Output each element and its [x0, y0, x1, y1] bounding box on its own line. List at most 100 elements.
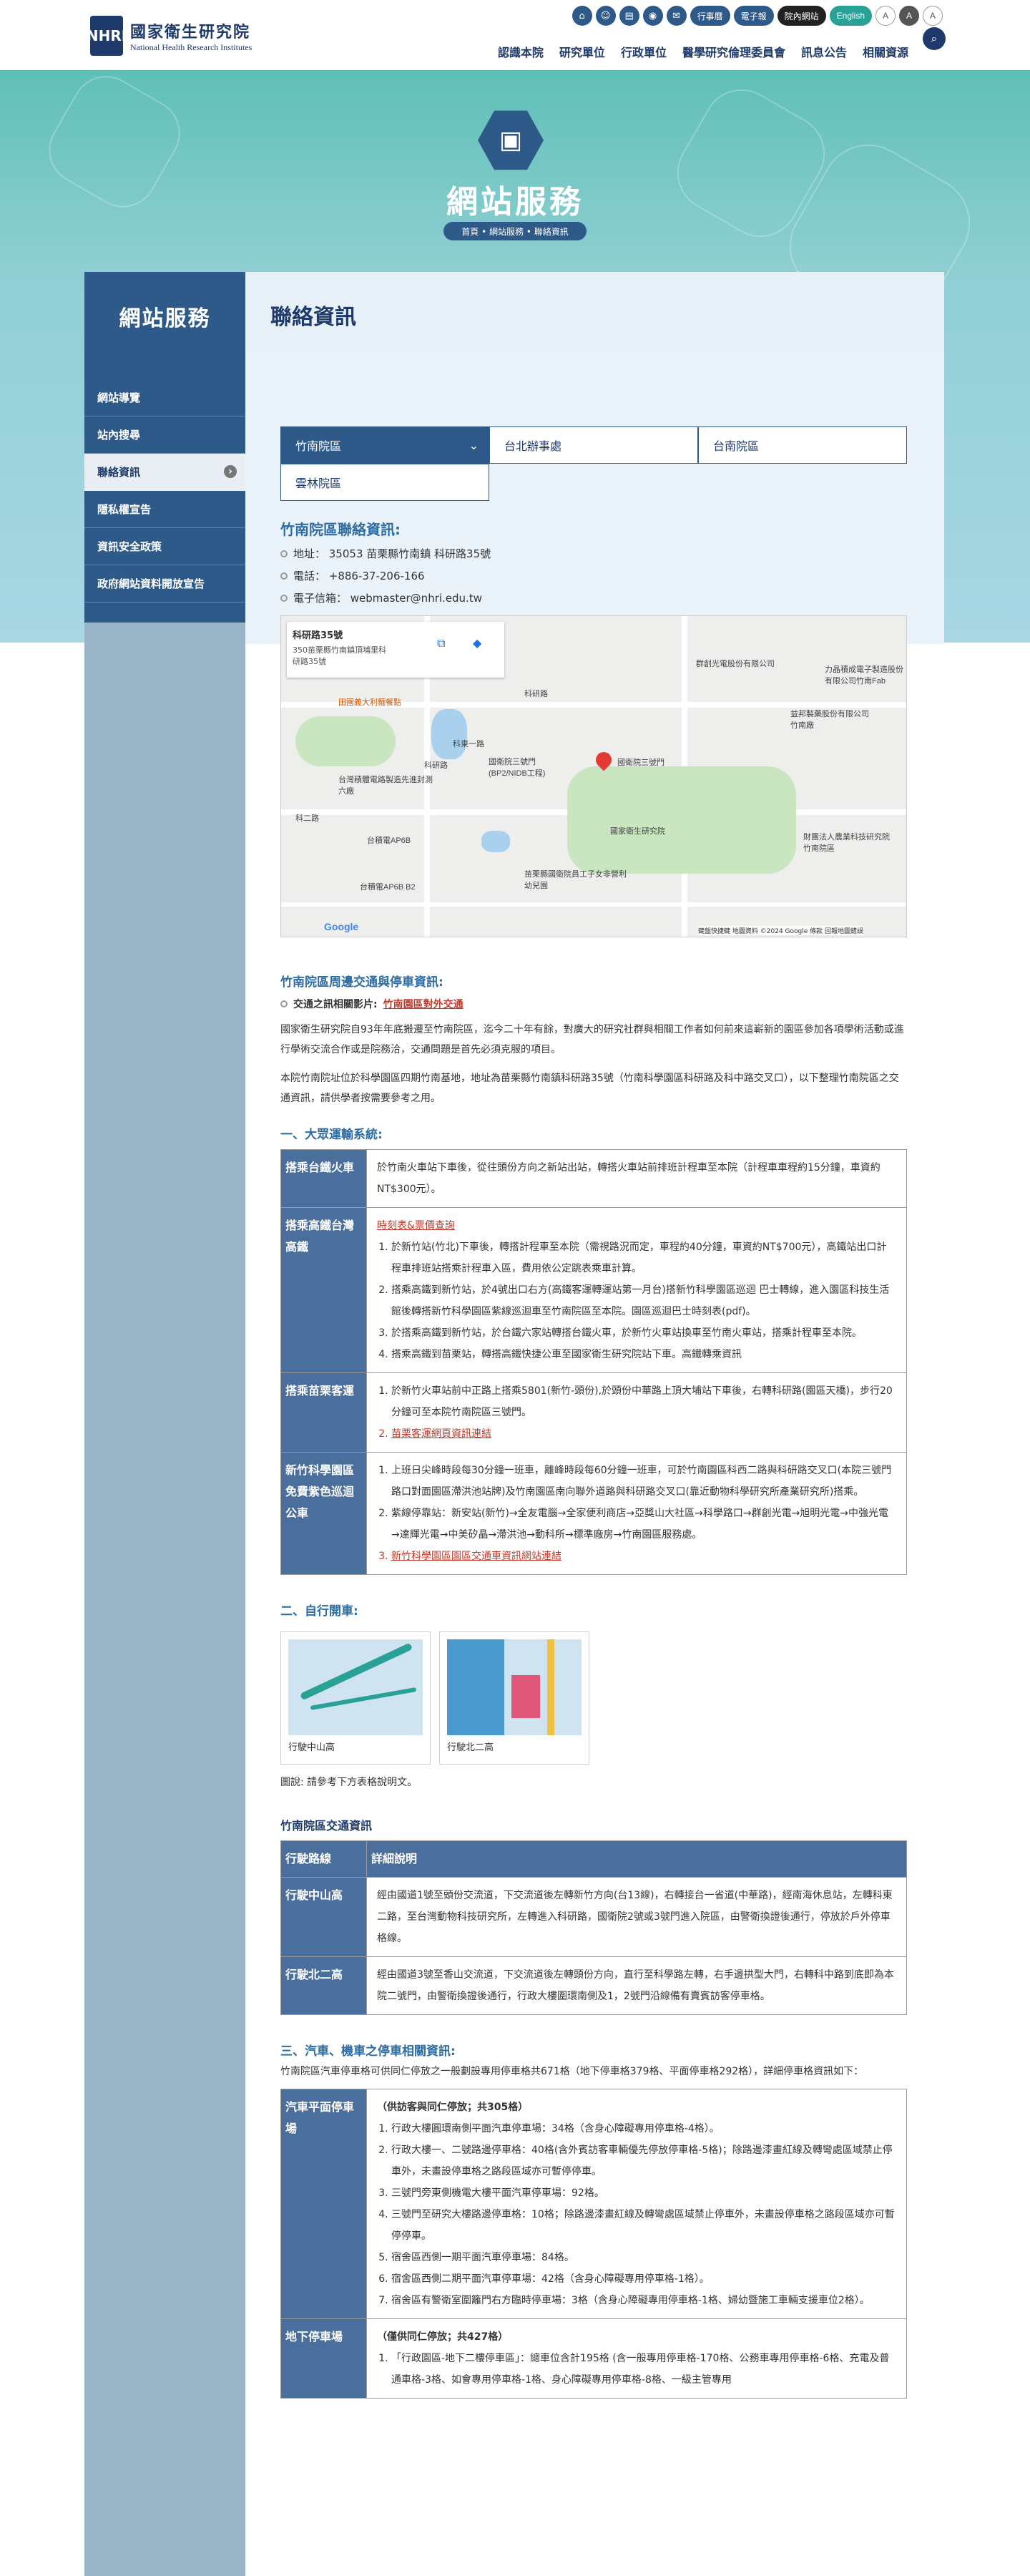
map-card-address: 350苗栗縣竹南鎮頂埔里科研路35號 — [293, 645, 386, 666]
sidebar-item-privacy[interactable]: 隱私權宣告 — [84, 491, 245, 528]
route-card[interactable]: 行駛中山高 — [280, 1631, 431, 1765]
open-external-icon[interactable]: ⧉ — [437, 636, 445, 650]
map-poi: 台積電AP6B — [367, 836, 411, 845]
site-logo[interactable]: NHRI 國家衛生研究院 National Health Research In… — [87, 16, 252, 56]
sidebar-item-search[interactable]: 站內搜尋 — [84, 416, 245, 454]
sidebar-item-sitemap[interactable]: 網站導覽 — [84, 379, 245, 416]
map-footer[interactable]: 鍵盤快捷鍵 地圖資料 ©2024 Google 條款 回報地圖錯誤 — [698, 926, 863, 935]
list-item: 於搭乘高鐵到新竹站，於台鐵六家站轉搭台鐵火車，於新竹火車站換車至竹南火車站，搭乘… — [391, 1322, 896, 1344]
nav-research-units[interactable]: 研究單位 — [559, 43, 605, 60]
nav-news[interactable]: 訊息公告 — [801, 43, 847, 60]
miaoli-bus-link[interactable]: 苗栗客運網頁資訊連結 — [391, 1423, 896, 1445]
people-icon[interactable]: ☺ — [595, 6, 616, 26]
book-icon[interactable]: ▤ — [619, 6, 639, 26]
video-label: 交通之訊相關影片: — [293, 999, 378, 1010]
tab-taipei[interactable]: 台北辦事處 — [489, 426, 698, 464]
map-poi: 田園義大利麵餐點 — [338, 698, 401, 707]
nav-resources[interactable]: 相關資源 — [863, 43, 908, 60]
mail-icon[interactable]: ✉ — [666, 6, 687, 26]
newsletter-button[interactable]: 電子報 — [733, 6, 774, 26]
row-content: （供訪客與同仁停放；共305格） 行政大樓圓環南側平面汽車停車場：34格（含身心… — [366, 2089, 907, 2319]
nav-admin-units[interactable]: 行政單位 — [621, 43, 667, 60]
list-item: 上班日尖峰時段每30分鐘一班車，離峰時段每60分鐘一班車，可於竹南園區科西二路與… — [391, 1460, 896, 1503]
main-nav: 認識本院 研究單位 行政單位 醫學研究倫理委員會 訊息公告 相關資源 — [498, 43, 908, 60]
font-large-button[interactable]: A — [923, 6, 943, 26]
sidebar-item-contact[interactable]: 聯絡資訊 — [84, 454, 245, 491]
row-label: 行駛北二高 — [280, 1956, 367, 2015]
website-service-icon: ▣ — [478, 110, 544, 170]
timetable-link[interactable]: 時刻表&票價查詢 — [377, 1215, 896, 1236]
bullet-icon — [280, 550, 288, 557]
list-item: 搭乘高鐵到新竹站，於4號出口右方(高鐵客運轉運站第一月台)搭新竹科學園區巡迴 巴… — [391, 1279, 896, 1322]
column-header: 行駛路線 — [280, 1840, 367, 1878]
map-card-title: 科研路35號 — [293, 630, 343, 641]
list-item: 行政大樓圓環南側平面汽車停車場：34格（含身心障礙專用停車格-4格）。 — [391, 2118, 896, 2140]
phone-line: 電話： +886-37-206-166 — [280, 568, 907, 583]
hero-title: 網站服務 — [446, 184, 584, 220]
video-line: 交通之訊相關影片: 竹南園區對外交通 — [280, 997, 907, 1011]
image-caption: 圖說: 請參考下方表格說明文。 — [280, 1777, 418, 1788]
map-green — [567, 766, 796, 874]
section-public-transport: 一、大眾運輸系統: — [280, 1128, 383, 1142]
row-label: 新竹科學園區免費紫色巡迴公車 — [280, 1452, 367, 1575]
tab-yunlin[interactable]: 雲林院區 — [280, 464, 489, 501]
map-poi: 益邦製藥股份有限公司竹南廠 — [790, 710, 869, 730]
font-small-button[interactable]: A — [876, 6, 896, 26]
nav-ethics[interactable]: 醫學研究倫理委員會 — [682, 43, 785, 60]
directions-icon[interactable]: ◆ — [473, 636, 481, 650]
map-road — [281, 902, 906, 907]
list-item: 搭乘高鐵到苗栗站，轉搭高鐵快捷公車至國家衛生研究院站下車。高鐵轉乘資訊 — [391, 1344, 896, 1365]
bullet-icon — [280, 572, 288, 580]
row-label: 汽車平面停車場 — [280, 2089, 367, 2319]
column-header: 詳細說明 — [366, 1840, 907, 1878]
calendar-button[interactable]: 行事曆 — [690, 6, 730, 26]
contact-heading: 竹南院區聯絡資訊: — [280, 521, 401, 538]
intro-paragraph-1: 國家衛生研究院自93年年底搬遷至竹南院區，迄今二十年有餘，對廣大的研究社群與相關… — [280, 1024, 904, 1055]
map-water — [481, 831, 510, 852]
nav-about[interactable]: 認識本院 — [498, 43, 544, 60]
row-content: 時刻表&票價查詢 於新竹站(竹北)下車後，轉搭計程車至本院（需視路況而定，車程約… — [366, 1207, 907, 1373]
campus-tabs: 竹南院區 ⌄ 台北辦事處 台南院區 雲林院區 — [280, 426, 907, 501]
address-text: 地址： 35053 苗栗縣竹南鎮 科研路35號 — [293, 547, 491, 560]
google-map[interactable]: 群創光電股份有限公司 力晶積成電子製造股份有限公司竹南Fab 益邦製藥股份有限公… — [280, 615, 907, 937]
org-name-en: National Health Research Institutes — [130, 42, 252, 52]
route-caption: 行駛中山高 — [288, 1742, 335, 1753]
tab-tainan[interactable]: 台南院區 — [698, 426, 907, 464]
parking-table: 汽車平面停車場 （供訪客與同仁停放；共305格） 行政大樓圓環南側平面汽車停車場… — [280, 2089, 907, 2399]
map-poi: 財團法人農業科技研究院竹南院區 — [803, 833, 890, 853]
map-poi: 科二路 — [295, 814, 319, 823]
video-link[interactable]: 竹南園區對外交通 — [383, 997, 464, 1011]
shuttle-link[interactable]: 新竹科學園區園區交通車資訊網站連結 — [391, 1546, 896, 1567]
list-item: 宿舍區西側一期平面汽車停車場：84格。 — [391, 2247, 896, 2268]
map-poi: 國家衛生研究院 — [610, 827, 665, 836]
map-info-card: 科研路35號 350苗栗縣竹南鎮頂埔里科研路35號 ⧉ ◆ — [287, 622, 504, 678]
list-item: 紫線停靠站：新安站(新竹)→全友電腦→全家便利商店→亞獎山大社區→科學路口→群創… — [391, 1503, 896, 1546]
sidebar-item-open-data[interactable]: 政府網站資料開放宣告 — [84, 565, 245, 602]
breadcrumb[interactable]: 首頁 • 網站服務 • 聯絡資訊 — [443, 222, 587, 240]
sitemap-icon[interactable]: ⌂ — [572, 6, 592, 26]
location-icon[interactable]: ◉ — [642, 6, 663, 26]
table-row: 行駛中山高 經由國道1號至頭份交流道，下交流道後左轉新竹方向(台13線)，右轉接… — [280, 1877, 907, 1957]
bullet-icon — [280, 594, 288, 602]
intranet-button[interactable]: 院內網站 — [777, 6, 826, 26]
row-label: 搭乘苗栗客運 — [280, 1372, 367, 1453]
utility-bar: ⌂ ☺ ▤ ◉ ✉ 行事曆 電子報 院內網站 English A A A — [572, 6, 943, 26]
map-poi: 科研路 — [524, 690, 548, 698]
search-icon[interactable]: ⌕ — [923, 27, 946, 50]
map-green — [295, 716, 396, 766]
route-table-title: 竹南院區交通資訊 — [280, 1819, 373, 1833]
row-text: 於竹南火車站下車後，從往頭份方向之新站出站，轉搭火車站前排班計程車至本院（計程車… — [366, 1149, 907, 1208]
row-content: （僅供同仁停放；共427格） 「行政園區-地下二樓停車區」：總車位含計195格 … — [366, 2318, 907, 2399]
bullet-icon — [280, 1000, 288, 1008]
table-row: 搭乘高鐵台灣高鐵 時刻表&票價查詢 於新竹站(竹北)下車後，轉搭計程車至本院（需… — [280, 1207, 907, 1373]
tab-zhunan[interactable]: 竹南院區 ⌄ — [280, 426, 489, 464]
public-transport-table: 搭乘台鐵火車 於竹南火車站下車後，從往頭份方向之新站出站，轉搭火車站前排班計程車… — [280, 1149, 907, 1575]
font-medium-button[interactable]: A — [899, 6, 919, 26]
page-title: 聯絡資訊 — [270, 305, 356, 330]
sidebar-item-security[interactable]: 資訊安全政策 — [84, 528, 245, 565]
route-map-image — [447, 1639, 582, 1735]
route-card[interactable]: 行駛北二高 — [439, 1631, 589, 1765]
english-button[interactable]: English — [829, 6, 872, 26]
sidebar: 網站服務 網站導覽 站內搜尋 聯絡資訊 隱私權宣告 資訊安全政策 政府網站資料開… — [84, 272, 245, 2576]
phone-text: 電話： +886-37-206-166 — [293, 570, 425, 582]
